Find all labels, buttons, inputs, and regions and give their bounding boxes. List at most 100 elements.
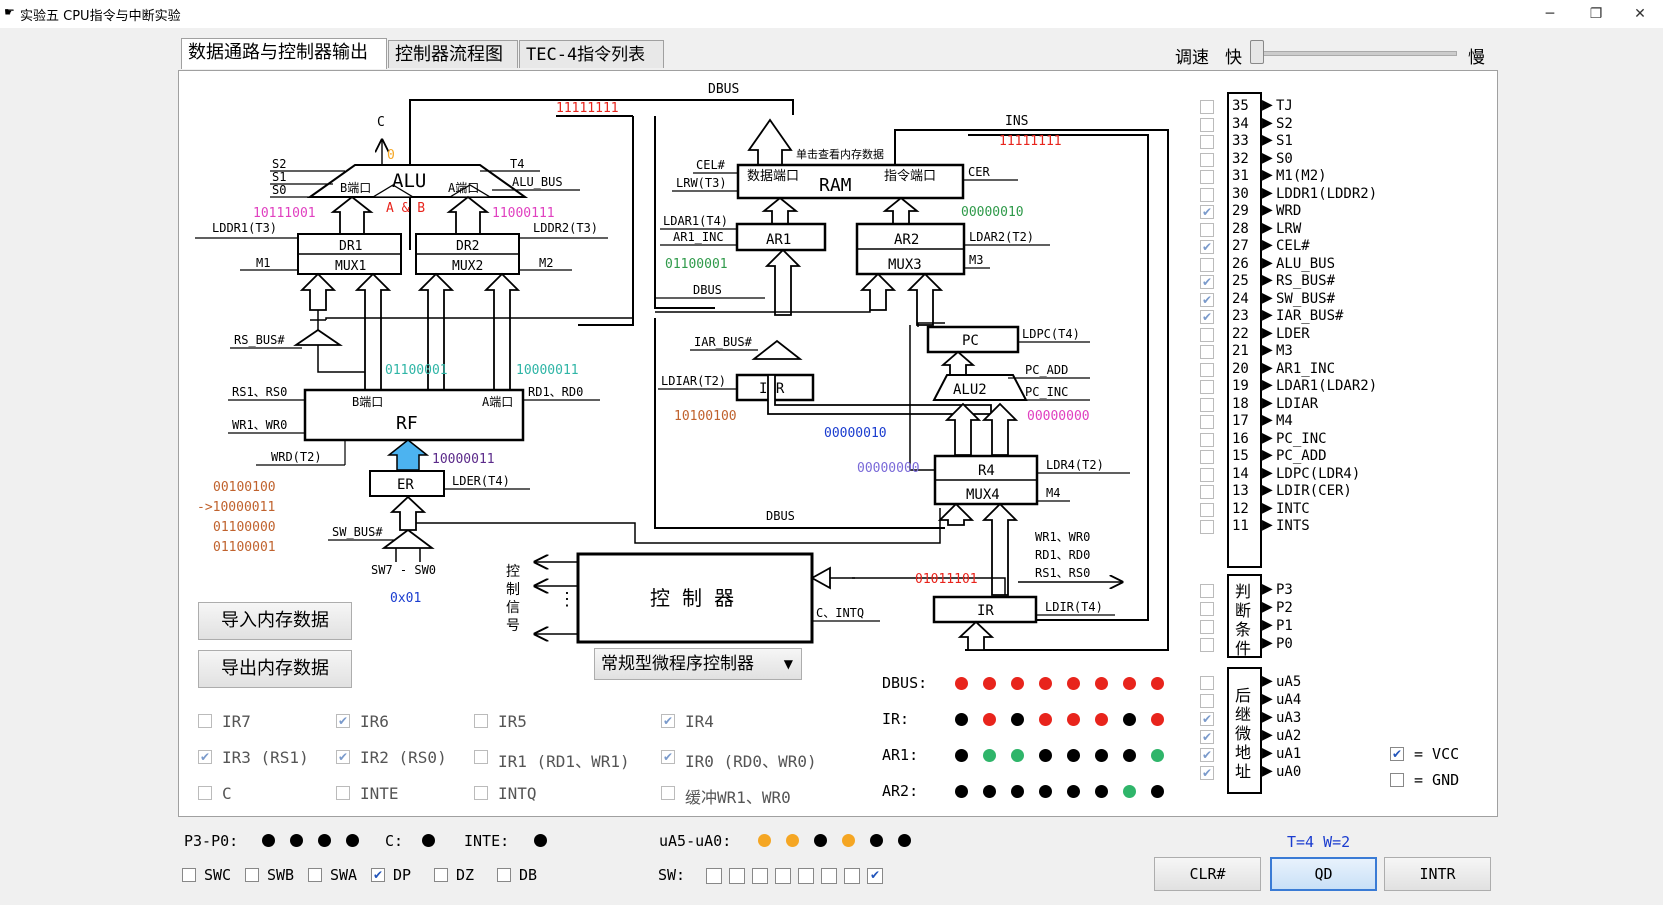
signal-checkbox[interactable] — [1200, 450, 1214, 464]
sw-bit-checkbox[interactable] — [706, 868, 722, 884]
signal-checkbox[interactable] — [1200, 100, 1214, 114]
sw-bit-checkbox[interactable] — [844, 868, 860, 884]
status-led — [422, 834, 435, 847]
signal-checkbox[interactable] — [1200, 520, 1214, 534]
ir-checkbox[interactable]: ✔ — [661, 750, 675, 764]
signal-checkbox[interactable] — [1200, 187, 1214, 202]
switch-checkbox[interactable]: ✔ — [371, 868, 385, 882]
iar-value: 10100100 — [674, 409, 737, 424]
s2-label: S2 — [272, 157, 286, 171]
switch-checkbox[interactable] — [182, 868, 196, 882]
ar1-inc-label: AR1_INC — [673, 230, 724, 244]
switch-label: SWA — [330, 866, 358, 884]
ir-checkbox-label: INTE — [360, 784, 399, 803]
switch-checkbox[interactable] — [308, 868, 322, 882]
group-checkbox[interactable] — [1200, 602, 1214, 616]
signal-number: 33 — [1232, 133, 1249, 149]
signal-checkbox[interactable]: ✔ — [1200, 205, 1214, 219]
ldir-label: LDIR(T4) — [1045, 600, 1103, 614]
ir-checkbox[interactable] — [198, 786, 212, 800]
ir-checkbox[interactable] — [474, 714, 488, 728]
qd-button[interactable]: QD — [1270, 857, 1377, 891]
signal-checkbox[interactable] — [1200, 432, 1214, 447]
switch-checkbox[interactable] — [434, 868, 448, 882]
m3-label: M3 — [969, 253, 983, 267]
group-item-name: P3 — [1276, 582, 1293, 598]
signal-checkbox[interactable] — [1200, 327, 1214, 342]
signal-checkbox[interactable] — [1200, 345, 1214, 359]
ir-checkbox-grid: IR7 ✔ IR6 IR5 ✔ IR4 ✔ IR3 (RS1) ✔ IR2 (RS0) IR1 (R… — [198, 712, 838, 812]
group-item-name: uA3 — [1276, 710, 1302, 726]
sw-range-label: SW7 - SW0 — [371, 563, 436, 577]
export-memory-button[interactable]: 导出内存数据 — [198, 650, 352, 688]
ir-checkbox[interactable]: ✔ — [336, 750, 350, 764]
ir-checkbox[interactable] — [198, 714, 212, 728]
history-0: 00100100 — [213, 480, 276, 495]
ir-checkbox[interactable]: ✔ — [336, 714, 350, 728]
ir-checkbox[interactable] — [474, 750, 488, 764]
signal-checkbox[interactable] — [1200, 380, 1214, 394]
signal-number: 23 — [1232, 308, 1249, 324]
signal-checkbox[interactable] — [1200, 117, 1214, 132]
t4-label: T4 — [510, 157, 524, 171]
group-checkbox[interactable] — [1200, 620, 1214, 634]
legend-checkbox[interactable]: ✔ — [1390, 747, 1404, 761]
sw-bit-row: SW: ✔ — [658, 866, 898, 886]
signal-checkbox[interactable] — [1200, 485, 1214, 499]
controller-type-select[interactable]: 常规型微程序控制器 ▼ — [594, 648, 802, 680]
sw-bit-checkbox[interactable] — [821, 868, 837, 884]
r4-label: R4 — [978, 463, 995, 479]
signal-checkbox[interactable] — [1200, 397, 1214, 412]
intr-button[interactable]: INTR — [1384, 857, 1491, 891]
signal-checkbox[interactable] — [1200, 362, 1214, 377]
signal-checkbox[interactable]: ✔ — [1200, 292, 1214, 307]
bus-led — [983, 713, 996, 726]
group-checkbox[interactable] — [1200, 638, 1214, 652]
group-checkbox[interactable]: ✔ — [1200, 712, 1214, 726]
sw-bit-checkbox[interactable]: ✔ — [867, 868, 883, 884]
signal-number: 21 — [1232, 343, 1249, 359]
group-checkbox[interactable] — [1200, 694, 1214, 708]
signal-checkbox[interactable] — [1200, 502, 1214, 517]
ir-value: 01011101 — [915, 572, 978, 587]
signal-checkbox[interactable] — [1200, 257, 1214, 272]
bus-led — [1067, 677, 1080, 690]
group-checkbox[interactable] — [1200, 584, 1214, 598]
history-3: 01100001 — [213, 540, 276, 555]
ir-checkbox[interactable] — [336, 786, 350, 800]
clr-button[interactable]: CLR# — [1154, 857, 1261, 891]
ram-hint[interactable]: 单击查看内存数据 — [796, 147, 884, 161]
signal-checkbox[interactable] — [1200, 152, 1214, 167]
signal-checkbox[interactable] — [1200, 170, 1214, 184]
sw-bit-checkbox[interactable] — [729, 868, 745, 884]
import-memory-button[interactable]: 导入内存数据 — [198, 602, 352, 640]
ir-checkbox[interactable]: ✔ — [198, 750, 212, 764]
switch-checkbox[interactable] — [245, 868, 259, 882]
ir-checkbox-label: IR5 — [498, 712, 527, 731]
group-checkbox[interactable] — [1200, 676, 1214, 690]
signal-checkbox[interactable]: ✔ — [1200, 275, 1214, 289]
group-checkbox[interactable]: ✔ — [1200, 730, 1214, 744]
er-value: 10000011 — [432, 452, 495, 467]
status-led — [786, 834, 799, 847]
signal-checkbox[interactable] — [1200, 222, 1214, 237]
ir-checkbox-label: IR6 — [360, 712, 389, 731]
switch-checkbox[interactable] — [497, 868, 511, 882]
signal-checkbox[interactable] — [1200, 415, 1214, 429]
group-checkbox[interactable]: ✔ — [1200, 766, 1214, 780]
sw-bit-checkbox[interactable] — [798, 868, 814, 884]
signal-checkbox[interactable]: ✔ — [1200, 310, 1214, 324]
signal-checkbox[interactable] — [1200, 467, 1214, 482]
status-led-row: P3-P0: C: INTE: uA5-uA0: — [184, 832, 1144, 854]
sw-bit-checkbox[interactable] — [752, 868, 768, 884]
s1-label: S1 — [272, 170, 286, 184]
ir-checkbox[interactable] — [474, 786, 488, 800]
sw-bit-checkbox[interactable] — [775, 868, 791, 884]
ir-checkbox[interactable]: ✔ — [661, 714, 675, 728]
bus-led — [1095, 713, 1108, 726]
signal-checkbox[interactable] — [1200, 135, 1214, 149]
legend-checkbox[interactable] — [1390, 773, 1404, 787]
signal-checkbox[interactable]: ✔ — [1200, 240, 1214, 254]
group-checkbox[interactable]: ✔ — [1200, 748, 1214, 762]
ir-checkbox[interactable] — [661, 786, 675, 800]
